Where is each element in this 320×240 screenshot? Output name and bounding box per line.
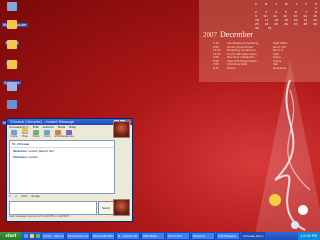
emoticon-button[interactable]: ☺	[15, 195, 18, 199]
contact-avatar	[113, 121, 130, 138]
ie-icon[interactable]	[24, 234, 28, 238]
own-avatar	[113, 199, 130, 216]
calendar-week: 30 31	[255, 26, 272, 30]
calendar-year: 2007	[203, 31, 217, 39]
taskbar-button[interactable]: Mail Beta	[141, 232, 165, 240]
nudge-button[interactable]: Nudge	[31, 195, 39, 199]
menu-actions[interactable]: Actions	[43, 125, 54, 129]
document-icon	[7, 82, 17, 91]
send-button[interactable]: Send	[98, 201, 114, 215]
chat-message: Chinese: Lorem	[13, 155, 38, 159]
calendar-month: December	[220, 30, 253, 39]
status-bar: Last message received at 12:06 PM on 12/…	[9, 215, 70, 218]
message-input[interactable]	[9, 201, 97, 215]
media-icon[interactable]	[36, 234, 40, 238]
games-button[interactable]: Games	[65, 130, 74, 138]
calendar-grid: SMTWTFS 1 2345678 9 10 11 12 13 14 15 16 17 18 19…	[255, 2, 317, 30]
taskbar-button[interactable]: N - Adobe Ph	[116, 232, 140, 240]
network-icon	[7, 100, 17, 109]
folder-icon	[7, 60, 17, 69]
video-button[interactable]: Video	[32, 130, 40, 138]
instant-message-window[interactable]: Chinese (Unicode) - Instant Message Conv…	[6, 118, 133, 222]
calendar-events: 1:30 Lab Meeting Scheduling Dept Office 9:…	[213, 42, 318, 70]
taskbar-button-active[interactable]: Chinese (Unicode)	[241, 232, 265, 240]
taskbar-button[interactable]: Windows Live	[66, 232, 90, 240]
taskbar-button[interactable]: Explorer	[191, 232, 215, 240]
menu-tools[interactable]: Tools	[58, 125, 65, 129]
voice-button[interactable]: Voice	[43, 130, 51, 138]
folder-icon	[7, 40, 17, 49]
taskbar-button[interactable]: Microsoft Word	[91, 232, 115, 240]
invite-button[interactable]: Invite	[10, 130, 18, 138]
menu-help[interactable]: Help	[69, 125, 76, 129]
to-field: To: Chinese	[10, 141, 114, 148]
taskbar-button[interactable]: Inst Messen	[216, 232, 240, 240]
calendar-event: 8:30 Dinner Downtown	[213, 66, 287, 70]
send-files-button[interactable]: Send Files	[21, 127, 29, 138]
format-toolbar: A ☺ Wink Nudge	[9, 195, 113, 199]
taskbar-button[interactable]: Inbox - Microsoft	[41, 232, 65, 240]
menu-edit[interactable]: Edit	[33, 125, 39, 129]
desktop-wallpaper: My Computer Recent Music Software Rio Ne…	[0, 0, 320, 232]
taskbar: start Inbox - Microsoft Windows Live Mic…	[0, 232, 320, 240]
system-tray-clock[interactable]: 12:06 PM	[297, 232, 320, 240]
christmas-tree-decoration	[255, 60, 320, 232]
wink-button[interactable]: Wink	[21, 195, 27, 199]
start-button[interactable]: start	[0, 232, 22, 240]
calendar-widget: SMTWTFS 1 2345678 9 10 11 12 13 14 15 16 17 18 19…	[199, 0, 320, 82]
folder-icon[interactable]	[30, 234, 34, 238]
computer-icon	[7, 2, 17, 11]
font-button[interactable]: A	[9, 195, 11, 199]
taskbar-button[interactable]: Word Doc	[166, 232, 190, 240]
activities-button[interactable]: Activities	[54, 130, 65, 138]
conversation-pane[interactable]: To: Chinese Shanice: Lorem ipsum dol Chi…	[9, 140, 115, 194]
folder-icon	[7, 20, 17, 29]
